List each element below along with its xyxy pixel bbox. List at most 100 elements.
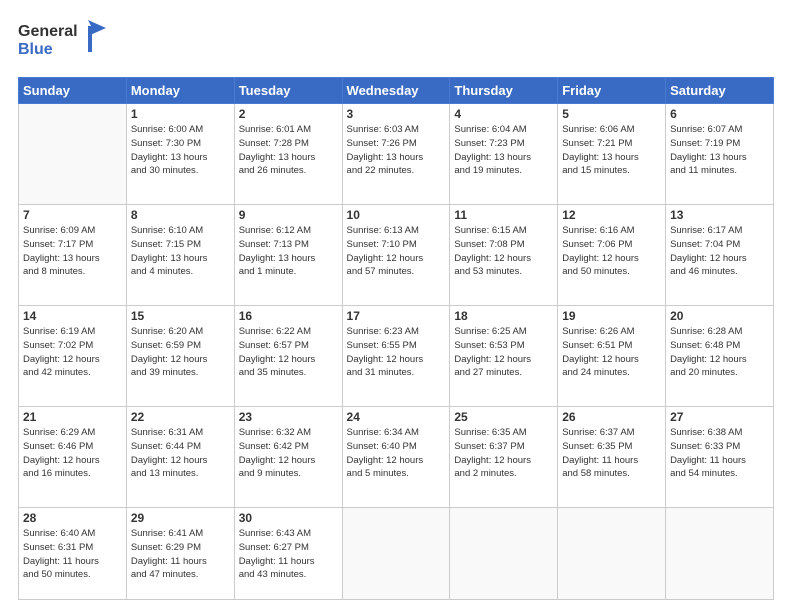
day-number: 26 (562, 410, 661, 424)
day-number: 2 (239, 107, 338, 121)
day-info: Sunrise: 6:19 AMSunset: 7:02 PMDaylight:… (23, 325, 122, 380)
day-number: 28 (23, 511, 122, 525)
calendar-cell: 16 Sunrise: 6:22 AMSunset: 6:57 PMDayligh… (234, 306, 342, 407)
calendar-cell: 24 Sunrise: 6:34 AMSunset: 6:40 PMDayligh… (342, 407, 450, 508)
calendar-week-5: 28 Sunrise: 6:40 AMSunset: 6:31 PMDayligh… (19, 508, 774, 600)
day-info: Sunrise: 6:28 AMSunset: 6:48 PMDaylight:… (670, 325, 769, 380)
calendar-cell: 4 Sunrise: 6:04 AMSunset: 7:23 PMDaylight… (450, 104, 558, 205)
day-info: Sunrise: 6:43 AMSunset: 6:27 PMDaylight:… (239, 527, 338, 582)
weekday-header-monday: Monday (126, 78, 234, 104)
calendar-cell: 9 Sunrise: 6:12 AMSunset: 7:13 PMDaylight… (234, 205, 342, 306)
day-number: 16 (239, 309, 338, 323)
day-number: 18 (454, 309, 553, 323)
day-info: Sunrise: 6:16 AMSunset: 7:06 PMDaylight:… (562, 224, 661, 279)
day-number: 10 (347, 208, 446, 222)
calendar-cell (342, 508, 450, 600)
calendar-cell: 23Sunrise: 6:32 AMSunset: 6:42 PMDayligh… (234, 407, 342, 508)
day-info: Sunrise: 6:06 AMSunset: 7:21 PMDaylight:… (562, 123, 661, 178)
calendar-cell: 14 Sunrise: 6:19 AMSunset: 7:02 PMDayligh… (19, 306, 127, 407)
day-info: Sunrise: 6:01 AMSunset: 7:28 PMDaylight:… (239, 123, 338, 178)
day-info: Sunrise: 6:35 AMSunset: 6:37 PMDaylight:… (454, 426, 553, 481)
calendar-week-1: 1 Sunrise: 6:00 AMSunset: 7:30 PMDaylight… (19, 104, 774, 205)
day-info: Sunrise: 6:04 AMSunset: 7:23 PMDaylight:… (454, 123, 553, 178)
calendar-cell: 5 Sunrise: 6:06 AMSunset: 7:21 PMDaylight… (558, 104, 666, 205)
calendar-cell: 6 Sunrise: 6:07 AMSunset: 7:19 PMDaylight… (666, 104, 774, 205)
day-info: Sunrise: 6:29 AMSunset: 6:46 PMDaylight:… (23, 426, 122, 481)
calendar-cell: 22Sunrise: 6:31 AMSunset: 6:44 PMDayligh… (126, 407, 234, 508)
day-info: Sunrise: 6:22 AMSunset: 6:57 PMDaylight:… (239, 325, 338, 380)
day-number: 1 (131, 107, 230, 121)
day-number: 9 (239, 208, 338, 222)
day-number: 5 (562, 107, 661, 121)
day-number: 29 (131, 511, 230, 525)
logo-icon: General Blue (18, 18, 108, 62)
day-info: Sunrise: 6:34 AMSunset: 6:40 PMDaylight:… (347, 426, 446, 481)
day-info: Sunrise: 6:00 AMSunset: 7:30 PMDaylight:… (131, 123, 230, 178)
calendar-cell: 2 Sunrise: 6:01 AMSunset: 7:28 PMDaylight… (234, 104, 342, 205)
day-number: 25 (454, 410, 553, 424)
day-info: Sunrise: 6:09 AMSunset: 7:17 PMDaylight:… (23, 224, 122, 279)
day-number: 13 (670, 208, 769, 222)
day-info: Sunrise: 6:20 AMSunset: 6:59 PMDaylight:… (131, 325, 230, 380)
day-info: Sunrise: 6:40 AMSunset: 6:31 PMDaylight:… (23, 527, 122, 582)
day-number: 30 (239, 511, 338, 525)
day-number: 14 (23, 309, 122, 323)
calendar-cell (450, 508, 558, 600)
day-number: 19 (562, 309, 661, 323)
day-number: 11 (454, 208, 553, 222)
day-number: 20 (670, 309, 769, 323)
day-info: Sunrise: 6:26 AMSunset: 6:51 PMDaylight:… (562, 325, 661, 380)
weekday-header-friday: Friday (558, 78, 666, 104)
calendar-week-2: 7 Sunrise: 6:09 AMSunset: 7:17 PMDaylight… (19, 205, 774, 306)
calendar-week-4: 21 Sunrise: 6:29 AMSunset: 6:46 PMDayligh… (19, 407, 774, 508)
day-info: Sunrise: 6:17 AMSunset: 7:04 PMDaylight:… (670, 224, 769, 279)
calendar-table: SundayMondayTuesdayWednesdayThursdayFrid… (18, 77, 774, 600)
day-info: Sunrise: 6:38 AMSunset: 6:33 PMDaylight:… (670, 426, 769, 481)
calendar-cell: 15 Sunrise: 6:20 AMSunset: 6:59 PMDayligh… (126, 306, 234, 407)
weekday-header-tuesday: Tuesday (234, 78, 342, 104)
day-number: 24 (347, 410, 446, 424)
day-info: Sunrise: 6:03 AMSunset: 7:26 PMDaylight:… (347, 123, 446, 178)
day-info: Sunrise: 6:10 AMSunset: 7:15 PMDaylight:… (131, 224, 230, 279)
day-number: 17 (347, 309, 446, 323)
calendar-cell (666, 508, 774, 600)
day-number: 12 (562, 208, 661, 222)
calendar-cell: 30 Sunrise: 6:43 AMSunset: 6:27 PMDayligh… (234, 508, 342, 600)
day-info: Sunrise: 6:37 AMSunset: 6:35 PMDaylight:… (562, 426, 661, 481)
calendar-cell: 11 Sunrise: 6:15 AMSunset: 7:08 PMDayligh… (450, 205, 558, 306)
calendar-cell: 21 Sunrise: 6:29 AMSunset: 6:46 PMDayligh… (19, 407, 127, 508)
calendar-cell: 3Sunrise: 6:03 AMSunset: 7:26 PMDaylight… (342, 104, 450, 205)
calendar-cell: 12 Sunrise: 6:16 AMSunset: 7:06 PMDayligh… (558, 205, 666, 306)
logo: General Blue (18, 18, 108, 67)
calendar-cell: 1 Sunrise: 6:00 AMSunset: 7:30 PMDaylight… (126, 104, 234, 205)
svg-text:Blue: Blue (18, 41, 53, 58)
day-number: 23 (239, 410, 338, 424)
calendar-cell: 7 Sunrise: 6:09 AMSunset: 7:17 PMDaylight… (19, 205, 127, 306)
calendar-cell: 10 Sunrise: 6:13 AMSunset: 7:10 PMDayligh… (342, 205, 450, 306)
calendar-cell: 25 Sunrise: 6:35 AMSunset: 6:37 PMDayligh… (450, 407, 558, 508)
calendar-cell (19, 104, 127, 205)
page: General Blue SundayMondayTuesdayWednesda… (0, 0, 792, 612)
calendar-header-row: SundayMondayTuesdayWednesdayThursdayFrid… (19, 78, 774, 104)
day-info: Sunrise: 6:07 AMSunset: 7:19 PMDaylight:… (670, 123, 769, 178)
calendar-cell: 29Sunrise: 6:41 AMSunset: 6:29 PMDayligh… (126, 508, 234, 600)
day-info: Sunrise: 6:31 AMSunset: 6:44 PMDaylight:… (131, 426, 230, 481)
day-number: 21 (23, 410, 122, 424)
day-number: 15 (131, 309, 230, 323)
calendar-cell: 17Sunrise: 6:23 AMSunset: 6:55 PMDayligh… (342, 306, 450, 407)
day-info: Sunrise: 6:25 AMSunset: 6:53 PMDaylight:… (454, 325, 553, 380)
calendar-cell: 19 Sunrise: 6:26 AMSunset: 6:51 PMDayligh… (558, 306, 666, 407)
day-number: 4 (454, 107, 553, 121)
calendar-cell (558, 508, 666, 600)
day-number: 27 (670, 410, 769, 424)
calendar-cell: 18 Sunrise: 6:25 AMSunset: 6:53 PMDayligh… (450, 306, 558, 407)
day-info: Sunrise: 6:12 AMSunset: 7:13 PMDaylight:… (239, 224, 338, 279)
header: General Blue (18, 18, 774, 67)
svg-text:General: General (18, 23, 78, 40)
day-info: Sunrise: 6:13 AMSunset: 7:10 PMDaylight:… (347, 224, 446, 279)
calendar-cell: 8Sunrise: 6:10 AMSunset: 7:15 PMDaylight… (126, 205, 234, 306)
day-number: 6 (670, 107, 769, 121)
weekday-header-sunday: Sunday (19, 78, 127, 104)
day-number: 7 (23, 208, 122, 222)
day-info: Sunrise: 6:15 AMSunset: 7:08 PMDaylight:… (454, 224, 553, 279)
